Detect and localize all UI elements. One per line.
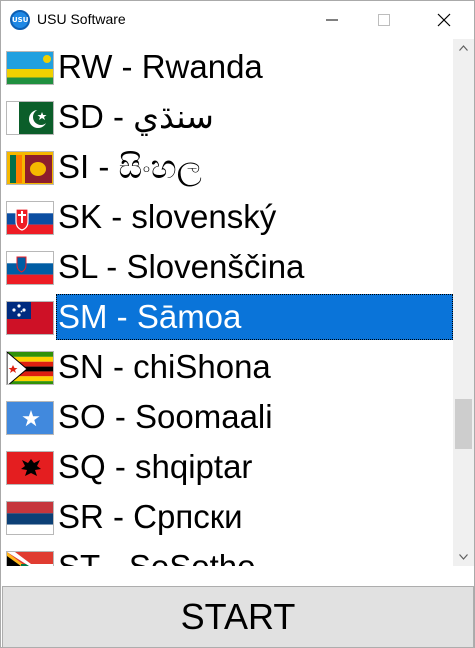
maximize-button[interactable] (362, 1, 408, 39)
chevron-down-icon (459, 554, 468, 560)
list-item-sr[interactable]: SR - Српски (2, 492, 453, 542)
list-item-label: SD - سنڌي (58, 98, 214, 135)
window-title: USU Software (37, 11, 126, 27)
list-item-label: ST - SeSotho (56, 544, 453, 566)
vertical-scrollbar[interactable] (453, 39, 474, 566)
list-item-sd[interactable]: SD - سنڌي (2, 92, 453, 142)
samoa-flag-icon (6, 301, 54, 335)
list-item-label: SK - slovenský (58, 198, 277, 235)
list-item-sm[interactable]: SM - Sāmoa (2, 292, 453, 342)
list-item-label: SL - Slovenščina (58, 248, 305, 285)
scroll-down-button[interactable] (453, 548, 474, 566)
list-item-label: SO - Soomaali (58, 398, 273, 435)
list-item-label: SI - සිංහල (58, 148, 202, 185)
close-button[interactable] (422, 1, 468, 39)
zimbabwe-flag-icon (6, 351, 54, 385)
scroll-up-button[interactable] (453, 39, 474, 57)
south-africa-flag-icon (6, 551, 54, 566)
list-item-label: SR - Српски (58, 498, 243, 535)
list-item-label: SQ - shqiptar (58, 448, 253, 485)
somalia-flag-icon (6, 401, 54, 435)
app-logo-icon: USU (10, 10, 30, 30)
chevron-up-icon (459, 45, 468, 51)
list-item-st[interactable]: ST - SeSotho (2, 542, 453, 566)
close-icon (437, 13, 451, 27)
minimize-icon (326, 19, 338, 21)
list-item-sq[interactable]: SQ - shqiptar (2, 442, 453, 492)
list-item-so[interactable]: SO - Soomaali (2, 392, 453, 442)
slovenia-flag-icon (6, 251, 54, 285)
list-item-sk[interactable]: SK - slovenský (2, 192, 453, 242)
list-item-label: SN - chiShona (58, 348, 271, 385)
list-item-sn[interactable]: SN - chiShona (2, 342, 453, 392)
scrollbar-thumb[interactable] (455, 399, 472, 449)
list-item-label: RW - Rwanda (58, 48, 263, 85)
minimize-button[interactable] (310, 1, 356, 39)
slovakia-flag-icon (6, 201, 54, 235)
list-item-sl[interactable]: SL - Slovenščina (2, 242, 453, 292)
title-bar[interactable]: USU USU Software (1, 1, 474, 39)
language-list[interactable]: RW - Rwanda SD - سنڌي SI - සිංහල SK - sl… (2, 39, 453, 566)
serbia-flag-icon (6, 501, 54, 535)
maximize-icon (378, 14, 390, 26)
list-item-label: SM - Sāmoa (56, 294, 453, 340)
rwanda-flag-icon (6, 51, 54, 85)
start-button[interactable]: START (2, 586, 474, 648)
list-item-si[interactable]: SI - සිංහල (2, 142, 453, 192)
app-window: USU USU Software RW - Rwanda SD - سنڌي S… (0, 0, 475, 648)
sri-lanka-flag-icon (6, 151, 54, 185)
albania-flag-icon (6, 451, 54, 485)
pakistan-flag-icon (6, 101, 54, 135)
list-item-rw[interactable]: RW - Rwanda (2, 42, 453, 92)
